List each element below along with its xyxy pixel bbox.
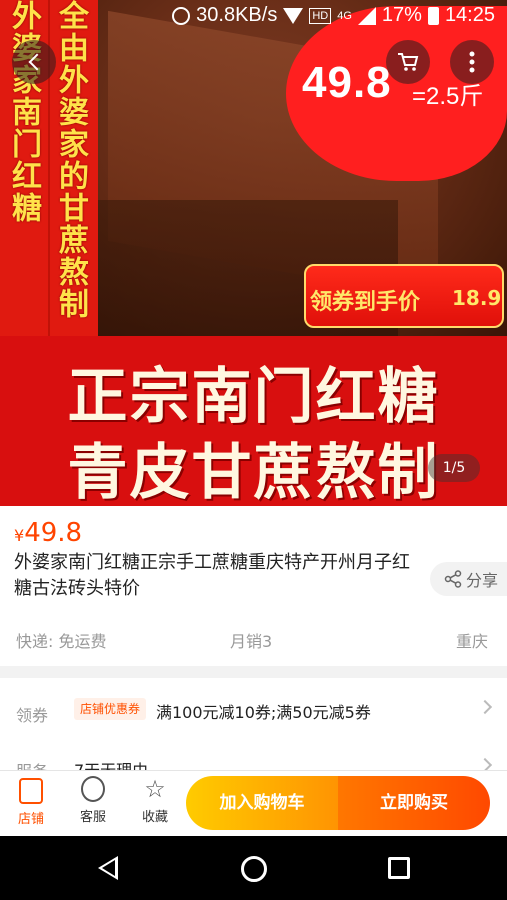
coupon-row[interactable]: 满100元减10券;满50元减5券 <box>156 699 371 723</box>
add-to-cart-button[interactable]: 加入购物车 <box>186 776 338 830</box>
image-price-text: 49.8 <box>302 58 392 107</box>
customer-service-label: 客服 <box>79 810 106 825</box>
hd-icon: HD <box>309 7 332 24</box>
nav-home-icon[interactable] <box>241 856 267 882</box>
coupon-row-label: 领券 <box>16 706 49 725</box>
product-price: ¥49.8 <box>14 518 82 548</box>
store-coupon-badge: 店铺优惠券 <box>74 698 147 720</box>
nav-back-icon[interactable] <box>98 856 118 880</box>
store-label: 店铺 <box>17 812 44 827</box>
customer-service-button[interactable]: 客服 <box>68 776 118 825</box>
network-type: 4G <box>337 9 352 22</box>
image-side-text-left: 外婆家南门红糖 <box>6 0 41 224</box>
share-icon <box>444 570 462 588</box>
product-image-carousel[interactable]: 外婆家南门红糖 全由外婆家的甘蔗熬制 49.8 =2.5斤 领券到手价 18.9… <box>0 0 507 506</box>
buy-now-button[interactable]: 立即购买 <box>338 776 490 830</box>
battery-percent: 17% <box>381 4 422 26</box>
status-bar: 30.8KB/s HD 4G 17% 14:25 <box>0 0 507 32</box>
image-coupon-price: 18.9 <box>452 286 502 310</box>
price-amount: 49.8 <box>24 518 83 548</box>
cart-button[interactable] <box>386 40 430 84</box>
share-button[interactable]: 分享 <box>430 562 507 596</box>
ship-location: 重庆 <box>456 632 489 651</box>
back-button[interactable] <box>12 40 56 84</box>
alarm-icon <box>172 6 191 25</box>
image-page-indicator: 1/5 <box>428 454 480 482</box>
image-coupon-label: 领券到手价 <box>310 290 421 315</box>
shipping-info: 快递: 免运费 <box>16 632 107 651</box>
network-speed: 30.8KB/s <box>196 4 278 26</box>
currency-symbol: ¥ <box>14 526 25 545</box>
wifi-icon <box>283 7 304 24</box>
clock: 14:25 <box>444 4 495 26</box>
customer-service-icon <box>81 776 105 802</box>
chevron-left-icon <box>28 53 45 71</box>
favorite-label: 收藏 <box>141 810 168 825</box>
product-title: 外婆家南门红糖正宗手工蔗糖重庆特产开州月子红糖古法砖头特价 <box>14 552 410 599</box>
monthly-sales: 月销3 <box>230 632 273 651</box>
favorite-button[interactable]: ☆ 收藏 <box>130 776 180 825</box>
store-icon <box>19 778 43 804</box>
star-icon: ☆ <box>144 775 166 803</box>
image-banner-line-1: 正宗南门红糖 <box>67 362 440 432</box>
image-side-text-right: 全由外婆家的甘蔗熬制 <box>53 0 88 320</box>
store-button[interactable]: 店铺 <box>6 776 56 827</box>
battery-icon <box>427 6 439 25</box>
nav-recents-icon[interactable] <box>388 857 410 879</box>
more-button[interactable] <box>450 40 494 84</box>
more-vertical-icon <box>469 51 475 73</box>
cart-icon <box>398 53 419 71</box>
share-label: 分享 <box>466 571 499 590</box>
signal-icon <box>357 6 376 25</box>
